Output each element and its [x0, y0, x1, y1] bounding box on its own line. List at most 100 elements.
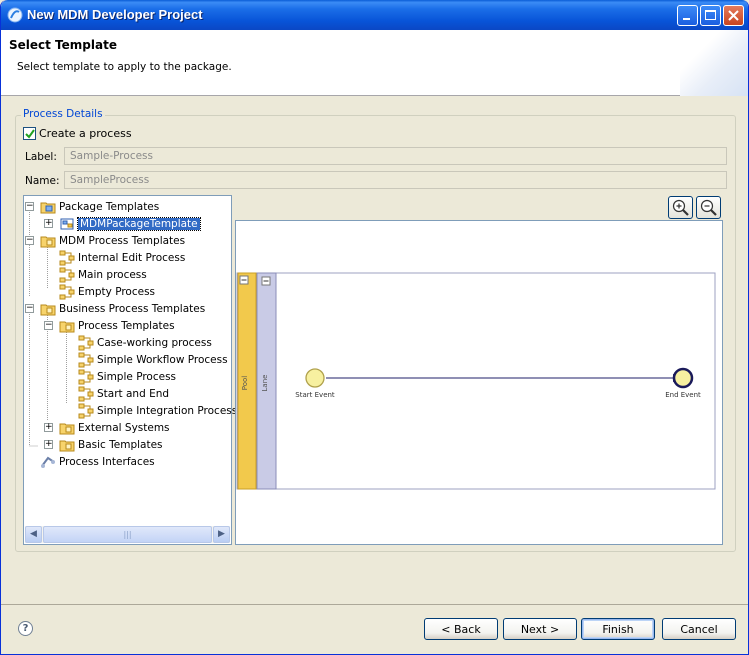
process-icon: [78, 403, 97, 419]
tree-item-label: Case-working process: [97, 336, 212, 349]
tree-item[interactable]: Simple Integration Process: [78, 402, 237, 419]
back-button[interactable]: < Back: [424, 618, 498, 640]
expand-icon[interactable]: +: [44, 423, 53, 432]
collapse-icon[interactable]: −: [25, 236, 34, 245]
end-event-shape: [672, 367, 694, 389]
process-icon: [59, 267, 78, 283]
name-caption: Name:: [25, 175, 60, 187]
tree-item[interactable]: Simple Process: [78, 368, 176, 385]
folder-icon: [59, 318, 78, 334]
package-icon: [59, 216, 78, 232]
expand-icon[interactable]: +: [44, 440, 53, 449]
close-icon: [728, 10, 739, 21]
back-button-label: < Back: [441, 623, 481, 636]
process-icon: [59, 250, 78, 266]
cancel-button[interactable]: Cancel: [662, 618, 736, 640]
tree-item-label: Internal Edit Process: [78, 251, 186, 264]
scroll-right-icon[interactable]: ▶: [213, 526, 230, 543]
finish-button-label: Finish: [602, 623, 634, 636]
tree-item-label: Empty Process: [78, 285, 156, 298]
tree-item-label: MDM Process Templates: [59, 234, 186, 247]
tree-item-label: Business Process Templates: [59, 302, 206, 315]
end-event-label: End Event: [665, 391, 701, 399]
create-process-checkbox-row[interactable]: Create a process: [23, 127, 132, 140]
maximize-button[interactable]: [700, 5, 721, 26]
collapse-icon[interactable]: −: [44, 321, 53, 330]
zoom-in-button[interactable]: [668, 196, 693, 219]
create-process-checkbox[interactable]: [23, 127, 36, 140]
finish-button[interactable]: Finish: [581, 618, 655, 640]
tree-item[interactable]: Start and End: [78, 385, 169, 402]
tree-item-label: Process Interfaces: [59, 455, 155, 468]
label-field[interactable]: [64, 147, 727, 165]
tree-item[interactable]: − Process Templates: [44, 317, 175, 334]
minimize-button[interactable]: [677, 5, 698, 26]
package-folder-icon: [40, 199, 59, 215]
tree-item[interactable]: + Basic Templates: [44, 436, 163, 453]
tree-item-label: Package Templates: [59, 200, 160, 213]
scroll-left-icon[interactable]: ◀: [25, 526, 42, 543]
tree-item-label: External Systems: [78, 421, 170, 434]
start-event-label: Start Event: [295, 391, 335, 399]
tree-item[interactable]: Case-working process: [78, 334, 212, 351]
close-button[interactable]: [723, 5, 744, 26]
cancel-button-label: Cancel: [680, 623, 718, 636]
tree-item[interactable]: − MDM Process Templates: [25, 232, 186, 249]
process-icon: [78, 335, 97, 351]
template-tree[interactable]: − Package Templates + MDMPackageTemplate − MD…: [23, 195, 237, 545]
collapse-icon[interactable]: −: [25, 304, 34, 313]
tree-item[interactable]: − Business Process Templates: [25, 300, 206, 317]
tree-item-label: Process Templates: [78, 319, 175, 332]
name-field[interactable]: [64, 171, 727, 189]
tree-item[interactable]: Process Interfaces: [40, 453, 155, 470]
page-title: Select Template: [9, 38, 117, 52]
folder-icon: [59, 437, 78, 453]
collapse-icon[interactable]: −: [25, 202, 34, 211]
scrollbar-thumb[interactable]: |||: [43, 526, 212, 543]
next-button[interactable]: Next >: [503, 618, 577, 640]
header-banner-image: [680, 30, 748, 96]
folder-icon: [40, 301, 59, 317]
tree-item-label: Main process: [78, 268, 147, 281]
help-icon[interactable]: ?: [18, 621, 33, 636]
zoom-out-button[interactable]: [696, 196, 721, 219]
tree-item-label: Start and End: [97, 387, 170, 400]
tree-item[interactable]: Simple Workflow Process: [78, 351, 228, 368]
tree-item-label: Basic Templates: [78, 438, 163, 451]
app-icon: [7, 7, 23, 23]
maximize-icon: [705, 10, 716, 20]
tree-item-label: MDMPackageTemplate: [77, 216, 201, 231]
process-diagram: Pool Lane Start Event End Event: [236, 272, 716, 490]
folder-icon: [59, 420, 78, 436]
expand-icon[interactable]: +: [44, 219, 53, 228]
pool-label: Pool: [241, 376, 249, 391]
tree-item[interactable]: − Package Templates: [25, 198, 160, 215]
tree-item[interactable]: Empty Process: [59, 283, 155, 300]
create-process-label: Create a process: [39, 127, 132, 140]
process-icon: [78, 369, 97, 385]
folder-icon: [40, 233, 59, 249]
tree-item-label: Simple Integration Process: [97, 404, 238, 417]
next-button-label: Next >: [520, 623, 560, 636]
tree-item[interactable]: + External Systems: [44, 419, 170, 436]
start-event-shape: [305, 368, 325, 388]
footer-separator: [1, 604, 748, 605]
tree-horizontal-scrollbar[interactable]: ◀ ||| ▶: [25, 526, 230, 543]
tree-item[interactable]: Internal Edit Process: [59, 249, 185, 266]
tree-item[interactable]: + MDMPackageTemplate: [44, 215, 201, 232]
window-title: New MDM Developer Project: [27, 7, 203, 22]
page-description: Select template to apply to the package.: [17, 61, 232, 73]
title-bar[interactable]: New MDM Developer Project: [1, 0, 748, 30]
interfaces-icon: [40, 454, 59, 470]
dialog-window: New MDM Developer Project Select Templat…: [0, 0, 749, 655]
process-icon: [78, 386, 97, 402]
zoom-out-icon: [700, 199, 717, 216]
process-icon: [78, 352, 97, 368]
group-legend: Process Details: [21, 108, 105, 120]
tree-item-label: Simple Process: [97, 370, 177, 383]
lane-label: Lane: [261, 375, 269, 392]
zoom-in-icon: [672, 199, 689, 216]
tree-item[interactable]: Main process: [59, 266, 147, 283]
wizard-header: Select Template Select template to apply…: [1, 30, 748, 96]
process-icon: [59, 284, 78, 300]
